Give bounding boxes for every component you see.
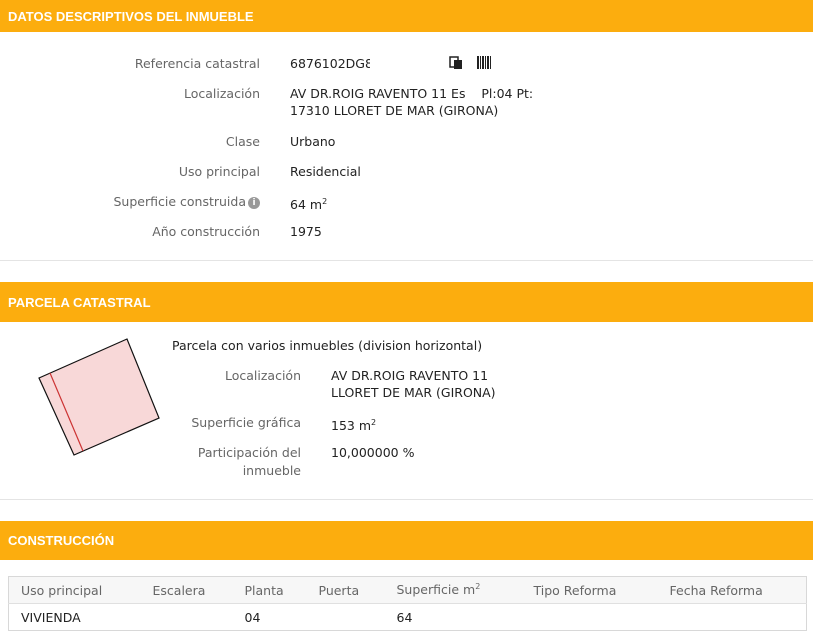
section-title: CONSTRUCCIÓN (8, 533, 115, 548)
superficie-label: Superficie construida i (0, 193, 260, 211)
loc-label: Localización (183, 86, 260, 101)
loc-line2: 17310 LLORET DE MAR (GIRONA) (290, 103, 499, 118)
clase-value: Urbano (290, 134, 336, 149)
col-superficie-exp: 2 (475, 582, 481, 592)
participacion-value: 10,000000 % (331, 445, 415, 460)
superficie-value-text: 64 m (290, 197, 323, 213)
col-puerta: Puerta (306, 576, 385, 604)
ref-label: Referencia catastral (134, 56, 260, 71)
cell-fecha-reforma (658, 604, 807, 631)
clase-label: Clase (225, 134, 260, 149)
table-row: VIVIENDA 04 64 (9, 604, 807, 631)
ano-label: Año construcción (152, 224, 260, 239)
section-header-datos: DATOS DESCRIPTIVOS DEL INMUEBLE (0, 0, 813, 32)
cell-tipo-reforma (522, 604, 658, 631)
cell-uso: VIVIENDA (21, 609, 81, 625)
section-header-construccion: CONSTRUCCIÓN (0, 521, 813, 560)
cell-superficie: 64 (396, 609, 413, 625)
section-title: DATOS DESCRIPTIVOS DEL INMUEBLE (8, 8, 254, 24)
col-planta: Planta (232, 576, 307, 604)
col-uso: Uso principal (8, 576, 141, 604)
divider (0, 260, 813, 261)
parcela-title: Parcela con varios inmuebles (division h… (172, 338, 483, 353)
parcela-sup-value-text: 153 m (331, 418, 372, 434)
divider (0, 499, 813, 500)
superficie-value: 64 m2 (290, 193, 327, 214)
parcela-sup-label: Superficie gráfica (191, 415, 301, 430)
superficie-label-text: Superficie construida (113, 194, 247, 209)
construccion-table: Uso principal Escalera Planta Puerta Sup… (8, 576, 807, 631)
participacion-label-2: inmueble (242, 463, 301, 478)
uso-label: Uso principal (178, 164, 260, 179)
cell-planta: 04 (244, 609, 261, 625)
col-superficie: Superficie m2 (384, 576, 522, 604)
ano-value: 1975 (290, 224, 322, 239)
participacion-label-1: Participación del (197, 445, 301, 460)
cell-escalera (141, 604, 233, 631)
loc-line1: AV DR.ROIG RAVENTO 11 Es Pl:04 Pt: (290, 86, 534, 101)
superficie-unit-exp: 2 (322, 197, 328, 206)
uso-value: Residencial (290, 164, 361, 179)
info-icon[interactable]: i (248, 196, 260, 209)
section-header-parcela: PARCELA CATASTRAL (0, 282, 813, 322)
parcela-sup-value: 153 m2 (331, 414, 376, 435)
section-title: PARCELA CATASTRAL (8, 294, 151, 310)
barcode-icon[interactable] (477, 56, 491, 69)
parcela-loc-label: Localización (224, 368, 301, 383)
copy-icon[interactable] (449, 56, 463, 70)
parcela-loc-line1: AV DR.ROIG RAVENTO 11 (331, 368, 489, 383)
cell-puerta (307, 604, 385, 631)
parcel-map[interactable] (36, 336, 162, 458)
parcela-sup-unit-exp: 2 (371, 418, 377, 427)
ref-value[interactable]: 6876102DG8 (290, 55, 370, 73)
col-fecha-reforma: Fecha Reforma (657, 576, 807, 604)
col-tipo-reforma: Tipo Reforma (521, 576, 658, 604)
col-superficie-text: Superficie m (396, 582, 476, 598)
col-escalera: Escalera (140, 576, 233, 604)
parcela-loc-line2: LLORET DE MAR (GIRONA) (331, 385, 496, 400)
table-header-row: Uso principal Escalera Planta Puerta Sup… (8, 576, 807, 604)
